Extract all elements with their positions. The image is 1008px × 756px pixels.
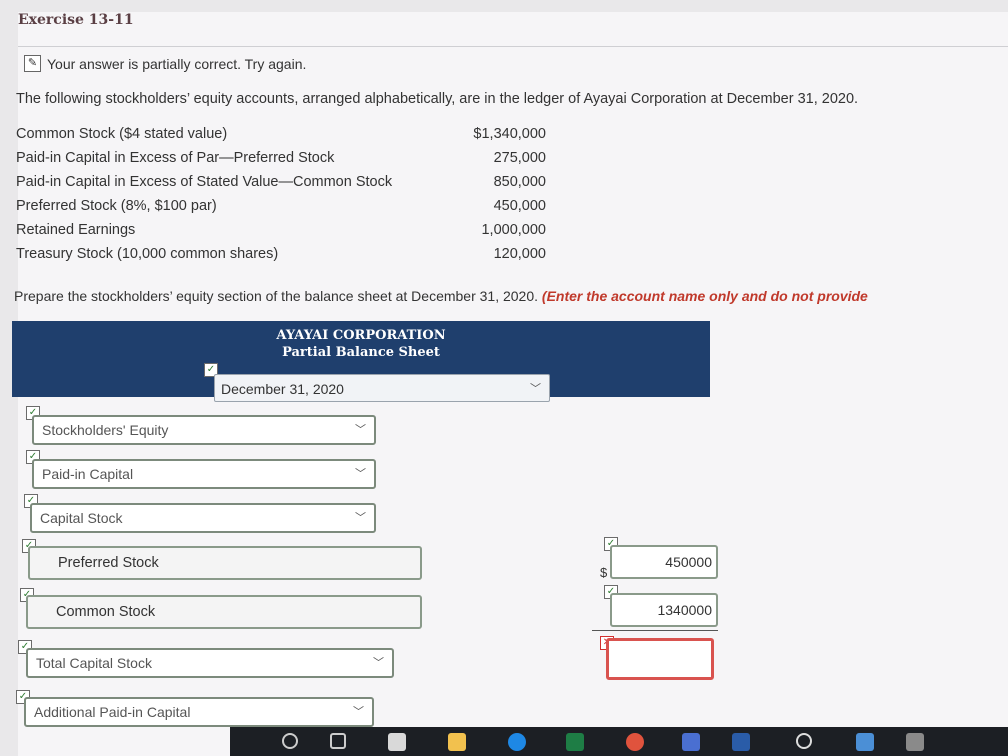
task-view-icon[interactable] [330,733,346,749]
browser-icon[interactable] [508,733,526,751]
total-capital-stock-amount-input[interactable] [606,638,714,680]
dollar-sign: $ [600,565,608,580]
ledger-account: Preferred Stock (8%, $100 par) [16,198,217,214]
ledger-amount: 120,000 [493,246,546,262]
ledger-amount: 275,000 [493,150,546,166]
ledger-row: Paid-in Capital in Excess of Stated Valu… [16,170,546,194]
video-icon[interactable] [682,733,700,751]
dropdown-value: Additional Paid-in Capital [34,704,191,720]
ledger-row: Treasury Stock (10,000 common shares) 120… [16,242,546,266]
common-stock-amount-input[interactable]: 1340000 [610,593,718,627]
excel-icon[interactable] [566,733,584,751]
total-capital-stock-dropdown[interactable]: Total Capital Stock ﹀ [26,648,394,678]
ledger-account: Paid-in Capital in Excess of Par—Preferr… [16,150,335,166]
intro-text: The following stockholders’ equity accou… [16,91,859,107]
chevron-down-icon: ﹀ [353,706,364,718]
app-icon[interactable] [906,733,924,751]
preferred-stock-field[interactable]: Preferred Stock [28,546,422,580]
instructions-text: Prepare the stockholders’ equity section… [14,288,539,304]
subtotal-rule [592,630,718,631]
capital-stock-dropdown[interactable]: Capital Stock ﹀ [30,503,376,533]
ledger-table: Common Stock ($4 stated value) $1,340,000… [16,122,546,266]
common-stock-field[interactable]: Common Stock [26,595,422,629]
date-value: December 31, 2020 [221,381,344,397]
ledger-amount: 850,000 [493,174,546,190]
additional-paid-in-capital-dropdown[interactable]: Additional Paid-in Capital ﹀ [24,697,374,727]
ledger-amount: 450,000 [493,198,546,214]
statement-subtitle: Partial Balance Sheet [282,345,440,360]
pencil-icon: ✎ [24,55,41,72]
dropdown-value: Total Capital Stock [36,655,152,671]
instructions-hint: (Enter the account name only and do not … [541,288,868,304]
ledger-account: Paid-in Capital in Excess of Stated Valu… [16,174,393,190]
chevron-down-icon: ﹀ [355,424,366,436]
chevron-down-icon: ﹀ [373,657,384,669]
ledger-amount: 1,000,000 [481,222,546,238]
ledger-account: Retained Earnings [16,222,136,238]
answer-status: ✎ Your answer is partially correct. Try … [24,55,306,72]
taskbar [230,727,1008,756]
statement-company: AYAYAI CORPORATION Partial Balance Sheet [12,327,710,361]
ledger-row: Common Stock ($4 stated value) $1,340,000 [16,122,546,146]
media-icon[interactable] [796,733,812,749]
dropdown-value: Stockholders' Equity [42,422,169,438]
dropdown-value: Capital Stock [40,510,123,526]
chrome-icon[interactable] [626,733,644,751]
paid-in-capital-dropdown[interactable]: Paid-in Capital ﹀ [32,459,376,489]
store-icon[interactable] [388,733,406,751]
ledger-amount: $1,340,000 [473,126,546,142]
dropdown-value: Paid-in Capital [42,466,134,482]
chevron-down-icon: ﹀ [355,468,366,480]
chevron-down-icon: ﹀ [530,383,541,395]
folder-icon[interactable] [448,733,466,751]
exercise-title: Exercise 13-11 [18,12,134,28]
preferred-stock-amount-input[interactable]: 450000 [610,545,718,579]
word-icon[interactable] [732,733,750,751]
ledger-row: Paid-in Capital in Excess of Par—Preferr… [16,146,546,170]
instructions: Prepare the stockholders’ equity section… [14,288,868,304]
statement-header: AYAYAI CORPORATION Partial Balance Sheet… [12,321,710,402]
app-icon[interactable] [856,733,874,751]
chevron-down-icon: ﹀ [355,512,366,524]
date-dropdown[interactable]: December 31, 2020 ﹀ [214,374,550,402]
ledger-account: Treasury Stock (10,000 common shares) [16,246,279,262]
company-name: AYAYAI CORPORATION [276,328,446,343]
ledger-row: Retained Earnings 1,000,000 [16,218,546,242]
ledger-account: Common Stock ($4 stated value) [16,126,228,142]
stockholders-equity-dropdown[interactable]: Stockholders' Equity ﹀ [32,415,376,445]
ledger-row: Preferred Stock (8%, $100 par) 450,000 [16,194,546,218]
divider [18,46,1008,47]
edge-icon[interactable] [282,733,298,749]
status-message: Your answer is partially correct. Try ag… [47,55,307,72]
